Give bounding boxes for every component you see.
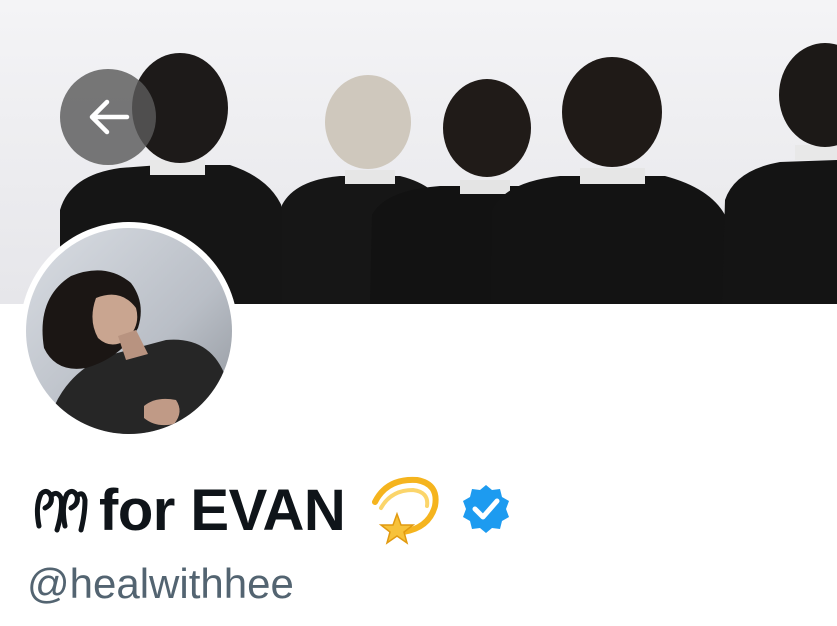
arrow-left-icon [89,99,130,135]
name-row: for EVAN [27,470,513,550]
ribbon-glyph-icon [34,488,88,533]
display-name: for EVAN [99,477,346,543]
dizzy-star-icon [372,476,439,545]
verified-badge-icon[interactable] [459,483,513,537]
banner-person [722,43,837,304]
avatar[interactable] [26,228,232,434]
back-button[interactable] [60,69,156,165]
banner-person [490,57,728,304]
username-handle: @healwithhee [27,560,294,607]
avatar-image [26,228,232,434]
